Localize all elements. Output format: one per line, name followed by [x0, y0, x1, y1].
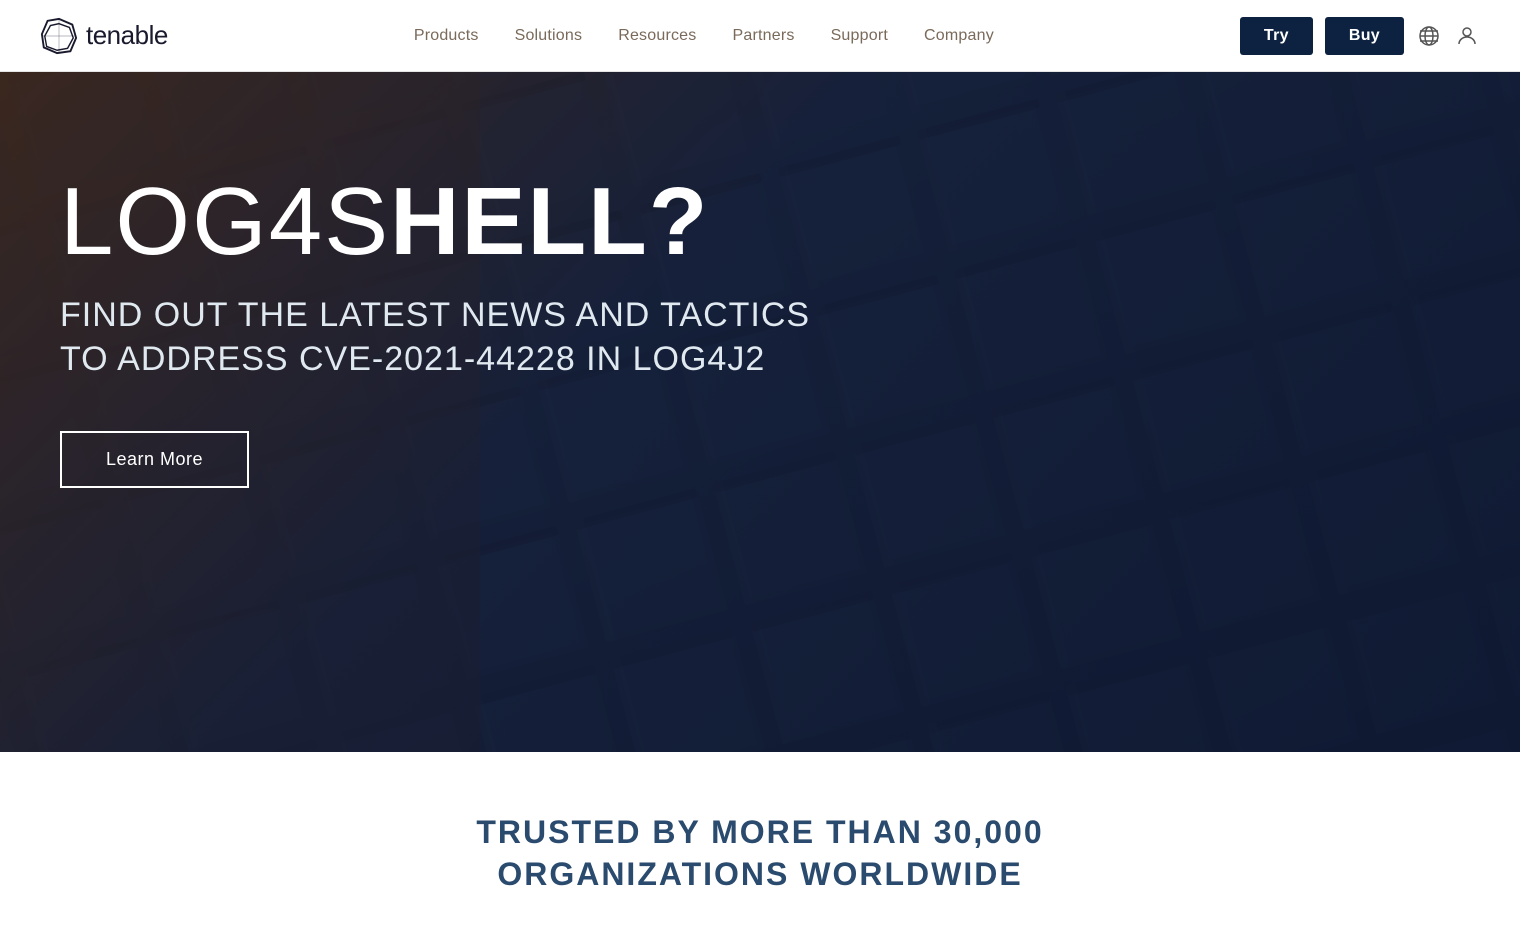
globe-icon[interactable] — [1416, 23, 1442, 49]
user-icon[interactable] — [1454, 23, 1480, 49]
hero-content: LOG4SHELL? FIND OUT THE LATEST NEWS AND … — [0, 72, 900, 548]
nav-solutions[interactable]: Solutions — [515, 27, 583, 45]
hero-subtitle: FIND OUT THE LATEST NEWS AND TACTICS TO … — [60, 293, 840, 381]
trusted-section: TRUSTED BY MORE THAN 30,000 ORGANIZATION… — [0, 752, 1520, 935]
logo-link[interactable]: tenable — [40, 17, 168, 55]
buy-button[interactable]: Buy — [1325, 17, 1404, 55]
learn-more-button[interactable]: Learn More — [60, 431, 249, 488]
hero-section: LOG4SHELL? FIND OUT THE LATEST NEWS AND … — [0, 72, 1520, 752]
nav-partners[interactable]: Partners — [732, 27, 794, 45]
hero-title-thin: LOG4S — [60, 168, 390, 275]
trusted-line1: TRUSTED BY MORE THAN 30,000 — [40, 812, 1480, 854]
nav-products[interactable]: Products — [414, 27, 479, 45]
nav-resources[interactable]: Resources — [618, 27, 696, 45]
logo-text: tenable — [86, 20, 168, 51]
trusted-title: TRUSTED BY MORE THAN 30,000 ORGANIZATION… — [40, 812, 1480, 895]
trusted-line2: ORGANIZATIONS WORLDWIDE — [40, 854, 1480, 896]
tenable-logo-icon — [40, 17, 78, 55]
nav-support[interactable]: Support — [831, 27, 888, 45]
nav-company[interactable]: Company — [924, 27, 994, 45]
navbar-left: tenable — [40, 17, 168, 55]
hero-title: LOG4SHELL? — [60, 172, 840, 273]
navbar-center: Products Solutions Resources Partners Su… — [414, 27, 994, 45]
navbar-right: Try Buy — [1240, 17, 1480, 55]
try-button[interactable]: Try — [1240, 17, 1313, 55]
hero-title-bold: HELL? — [390, 168, 709, 275]
navbar: tenable Products Solutions Resources Par… — [0, 0, 1520, 72]
